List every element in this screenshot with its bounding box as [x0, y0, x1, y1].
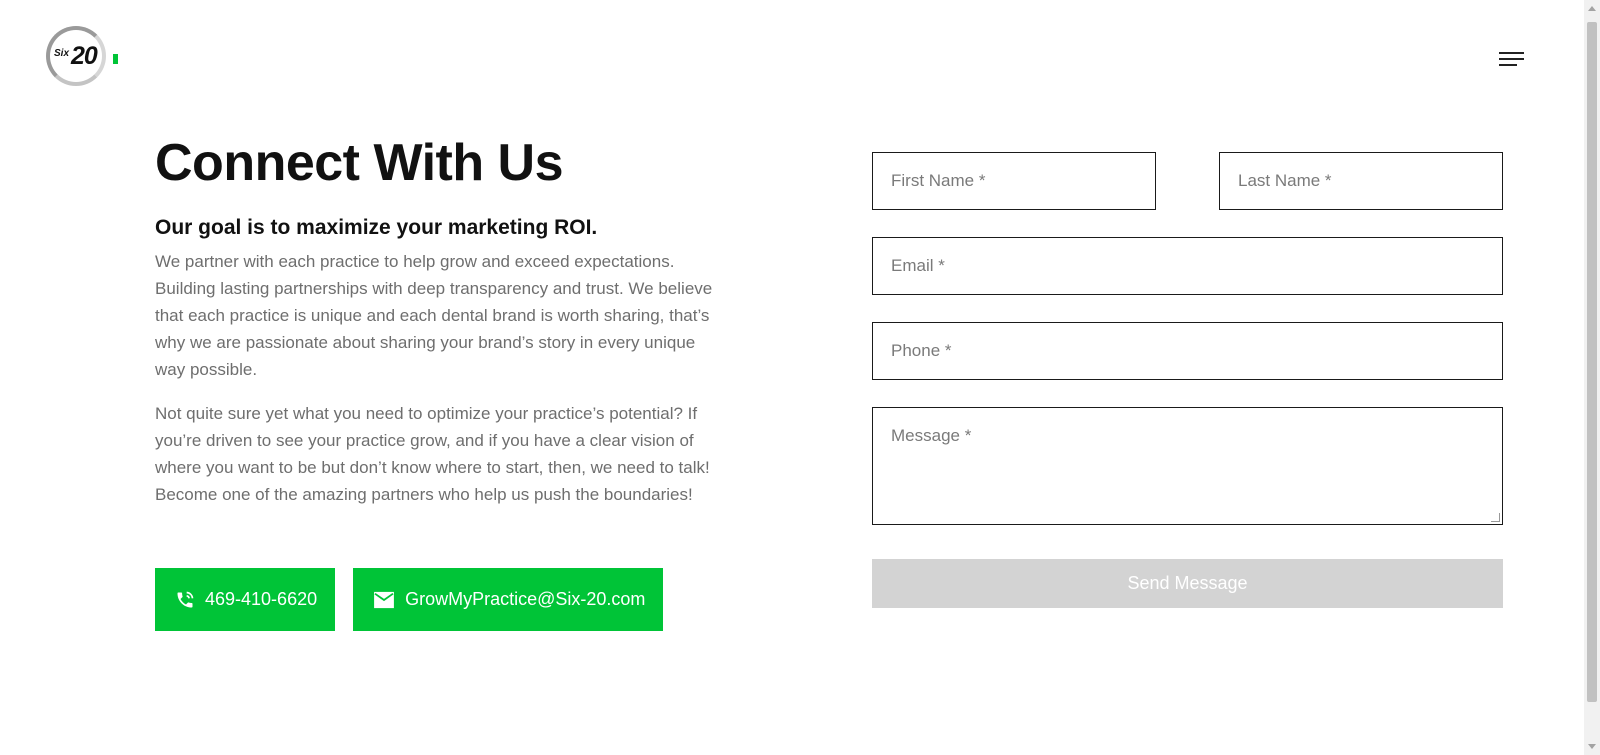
- intro-paragraph-1: We partner with each practice to help gr…: [155, 252, 713, 379]
- site-logo[interactable]: Six 20: [46, 26, 122, 92]
- logo-accent-bar: [113, 54, 118, 64]
- resize-handle[interactable]: [1491, 513, 1500, 522]
- email-input[interactable]: Email *: [872, 237, 1503, 295]
- page-title: Connect With Us: [155, 134, 564, 192]
- email-button[interactable]: GrowMyPractice@Six-20.com: [353, 568, 664, 631]
- logo-text-small: Six: [54, 48, 70, 59]
- phone-button[interactable]: 469-410-6620: [155, 568, 336, 631]
- intro-paragraph-2: Not quite sure yet what you need to opti…: [155, 404, 710, 504]
- send-message-button[interactable]: Send Message: [872, 559, 1503, 608]
- intro-section: Connect With Us Our goal is to maximize …: [155, 128, 715, 525]
- page-subtitle: Our goal is to maximize your marketing R…: [155, 216, 598, 239]
- message-textarea[interactable]: Message *: [872, 407, 1503, 525]
- scroll-down-arrow-icon[interactable]: [1588, 744, 1596, 749]
- phone-input[interactable]: Phone *: [872, 322, 1503, 380]
- mail-icon: [374, 591, 395, 608]
- last-name-input[interactable]: Last Name *: [1219, 152, 1503, 210]
- contact-form: First Name * Last Name * Email * Phone *…: [872, 152, 1503, 608]
- phone-icon: [177, 591, 194, 607]
- scroll-up-arrow-icon[interactable]: [1588, 6, 1596, 11]
- hamburger-menu-icon[interactable]: [1499, 52, 1524, 68]
- message-placeholder: Message *: [891, 426, 972, 445]
- scrollbar-thumb[interactable]: [1587, 22, 1597, 702]
- logo-text-large: 20: [71, 42, 98, 70]
- first-name-input[interactable]: First Name *: [872, 152, 1156, 210]
- email-label: GrowMyPractice@Six-20.com: [405, 589, 646, 609]
- phone-label: 469-410-6620: [205, 589, 318, 609]
- contact-buttons: 469-410-6620 GrowMyPractice@Six-20.com: [155, 568, 664, 631]
- page-scrollbar[interactable]: [1584, 0, 1600, 755]
